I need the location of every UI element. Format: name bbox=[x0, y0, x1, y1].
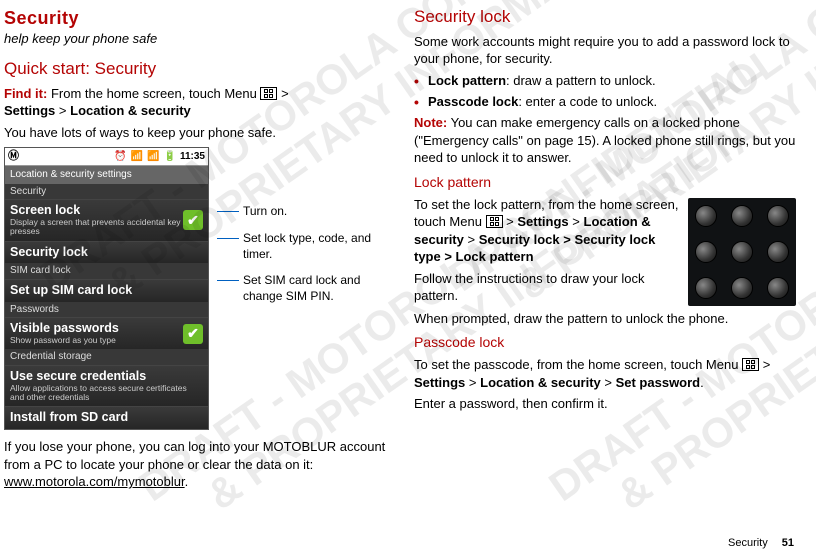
pattern-dot bbox=[767, 205, 789, 227]
passcode-lock-heading: Passcode lock bbox=[414, 333, 796, 352]
row-screen-lock-desc: Display a screen that prevents accidenta… bbox=[10, 218, 183, 237]
footer-section: Security bbox=[728, 536, 768, 551]
wifi-icon: 📶 bbox=[131, 150, 143, 164]
row-secure-credentials[interactable]: Use secure credentials Allow application… bbox=[5, 365, 208, 406]
pattern-dot bbox=[767, 241, 789, 263]
signal-icon: 📶 bbox=[147, 150, 159, 164]
callouts: Turn on. Set lock type, code, and timer.… bbox=[217, 147, 386, 314]
pc-bc-settings: Settings bbox=[414, 375, 465, 390]
pattern-dot bbox=[695, 277, 717, 299]
row-secure-credentials-title: Use secure credentials bbox=[10, 370, 203, 384]
callout-sim-lock: Set SIM card lock and change SIM PIN. bbox=[217, 272, 386, 304]
pattern-dot bbox=[695, 205, 717, 227]
menu-icon bbox=[742, 358, 759, 371]
menu-icon bbox=[260, 87, 277, 100]
lock-pattern-block: To set the lock pattern, from the home s… bbox=[414, 196, 796, 305]
pc-bc-locsec: Location & security bbox=[480, 375, 601, 390]
status-time: 11:35 bbox=[180, 150, 205, 164]
breadcrumb-loc-sec: Location & security bbox=[70, 103, 191, 118]
bullet-passcode-label: Passcode lock bbox=[428, 94, 518, 109]
group-passwords: Passwords bbox=[5, 302, 208, 318]
motoblur-period: . bbox=[185, 474, 189, 489]
row-visible-passwords[interactable]: Visible passwords Show password as you t… bbox=[5, 317, 208, 349]
pc-bc-setpw: Set password bbox=[616, 375, 701, 390]
bullet-lock-pattern-label: Lock pattern bbox=[428, 73, 506, 88]
note-label: Note: bbox=[414, 115, 447, 130]
menu-icon bbox=[486, 215, 503, 228]
callout-lock-type: Set lock type, code, and timer. bbox=[217, 230, 386, 262]
page-footer: Security 51 bbox=[728, 536, 794, 551]
note-para: Note: You can make emergency calls on a … bbox=[414, 114, 796, 167]
bullet-lock-pattern: Lock pattern: draw a pattern to unlock. bbox=[414, 72, 796, 90]
pc-text-a: To set the passcode, from the home scree… bbox=[414, 357, 742, 372]
lp-prompt: When prompted, draw the pattern to unloc… bbox=[414, 310, 796, 328]
row-security-lock-title: Security lock bbox=[10, 246, 203, 260]
quick-start-heading: Quick start: Security bbox=[4, 58, 386, 81]
pattern-dot bbox=[731, 241, 753, 263]
row-secure-credentials-desc: Allow applications to access secure cert… bbox=[10, 384, 203, 403]
left-column: Security help keep your phone safe Quick… bbox=[4, 6, 386, 495]
screen-title: Location & security settings bbox=[5, 166, 208, 184]
lp-bc-settings: Settings bbox=[517, 214, 568, 229]
find-it-line: Find it: From the home screen, touch Men… bbox=[4, 85, 386, 120]
motoblur-link[interactable]: www.motorola.com/mymotoblur bbox=[4, 474, 185, 489]
pattern-dot bbox=[767, 277, 789, 299]
lock-pattern-heading: Lock pattern bbox=[414, 173, 796, 192]
row-security-lock[interactable]: Security lock bbox=[5, 241, 208, 264]
bullet-lock-pattern-text: : draw a pattern to unlock. bbox=[506, 73, 656, 88]
phone-mock: Ⓜ ⏰ 📶 📶 🔋 11:35 Location & security sett… bbox=[4, 147, 209, 430]
row-visible-passwords-desc: Show password as you type bbox=[10, 336, 183, 345]
pattern-grid-image bbox=[688, 198, 796, 306]
row-screen-lock[interactable]: Screen lock Display a screen that preven… bbox=[5, 199, 208, 240]
note-text: You can make emergency calls on a locked… bbox=[414, 115, 795, 165]
lock-options-list: Lock pattern: draw a pattern to unlock. … bbox=[414, 72, 796, 110]
section-subtitle: help keep your phone safe bbox=[4, 30, 386, 48]
group-security: Security bbox=[5, 184, 208, 200]
phone-callout-area: Ⓜ ⏰ 📶 📶 🔋 11:35 Location & security sett… bbox=[4, 147, 386, 430]
pattern-dot bbox=[695, 241, 717, 263]
intro-text: You have lots of ways to keep your phone… bbox=[4, 124, 386, 142]
row-install-sd-title: Install from SD card bbox=[10, 411, 203, 425]
row-visible-passwords-title: Visible passwords bbox=[10, 322, 183, 336]
find-it-text: From the home screen, touch Menu bbox=[47, 86, 260, 101]
row-sim-lock[interactable]: Set up SIM card lock bbox=[5, 279, 208, 302]
row-sim-lock-title: Set up SIM card lock bbox=[10, 284, 203, 298]
status-bar: Ⓜ ⏰ 📶 📶 🔋 11:35 bbox=[5, 148, 208, 166]
find-it-label: Find it: bbox=[4, 86, 47, 101]
motoblur-para: If you lose your phone, you can log into… bbox=[4, 438, 386, 491]
footer-page-number: 51 bbox=[782, 536, 794, 551]
pattern-dot bbox=[731, 205, 753, 227]
right-column: Security lock Some work accounts might r… bbox=[414, 6, 796, 495]
group-credential-storage: Credential storage bbox=[5, 349, 208, 365]
group-sim: SIM card lock bbox=[5, 263, 208, 279]
bullet-passcode-lock: Passcode lock: enter a code to unlock. bbox=[414, 93, 796, 111]
callout-turn-on: Turn on. bbox=[217, 203, 386, 219]
motorola-logo-icon: Ⓜ bbox=[8, 149, 19, 164]
section-title: Security bbox=[4, 6, 386, 30]
bullet-passcode-text: : enter a code to unlock. bbox=[518, 94, 657, 109]
checkmark-icon[interactable]: ✔ bbox=[183, 324, 203, 344]
row-install-sd[interactable]: Install from SD card bbox=[5, 406, 208, 429]
row-screen-lock-title: Screen lock bbox=[10, 204, 183, 218]
motoblur-text: If you lose your phone, you can log into… bbox=[4, 439, 385, 472]
pc-path-para: To set the passcode, from the home scree… bbox=[414, 356, 796, 391]
checkmark-icon[interactable]: ✔ bbox=[183, 210, 203, 230]
battery-icon: 🔋 bbox=[164, 150, 176, 164]
alarm-icon: ⏰ bbox=[114, 150, 126, 164]
pc-confirm: Enter a password, then confirm it. bbox=[414, 395, 796, 413]
breadcrumb-settings: Settings bbox=[4, 103, 55, 118]
pattern-dot bbox=[731, 277, 753, 299]
security-lock-heading: Security lock bbox=[414, 6, 796, 29]
security-lock-intro: Some work accounts might require you to … bbox=[414, 33, 796, 68]
